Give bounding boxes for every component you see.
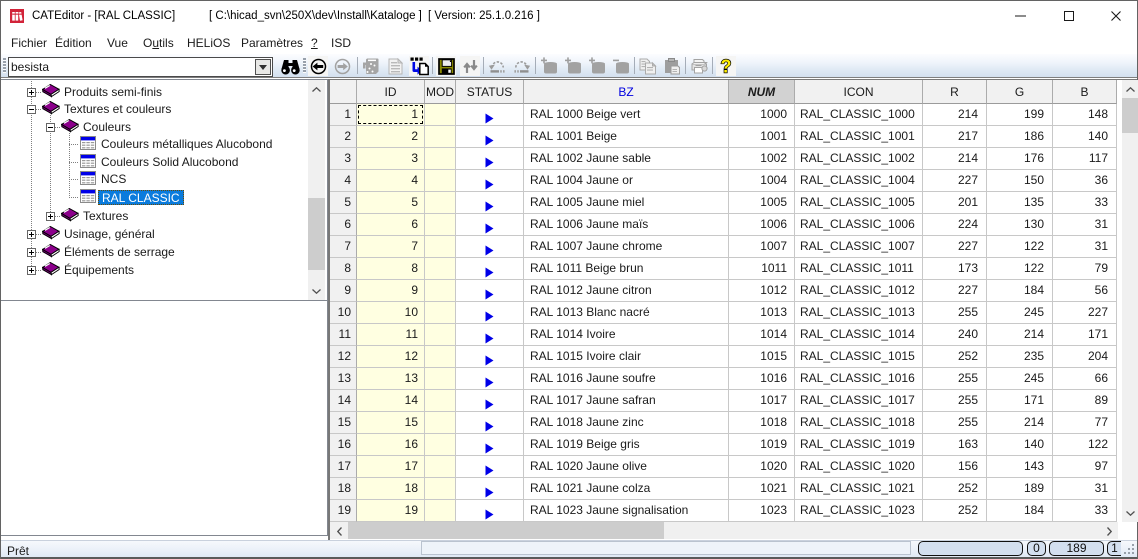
svg-text:?: ? <box>721 57 732 76</box>
